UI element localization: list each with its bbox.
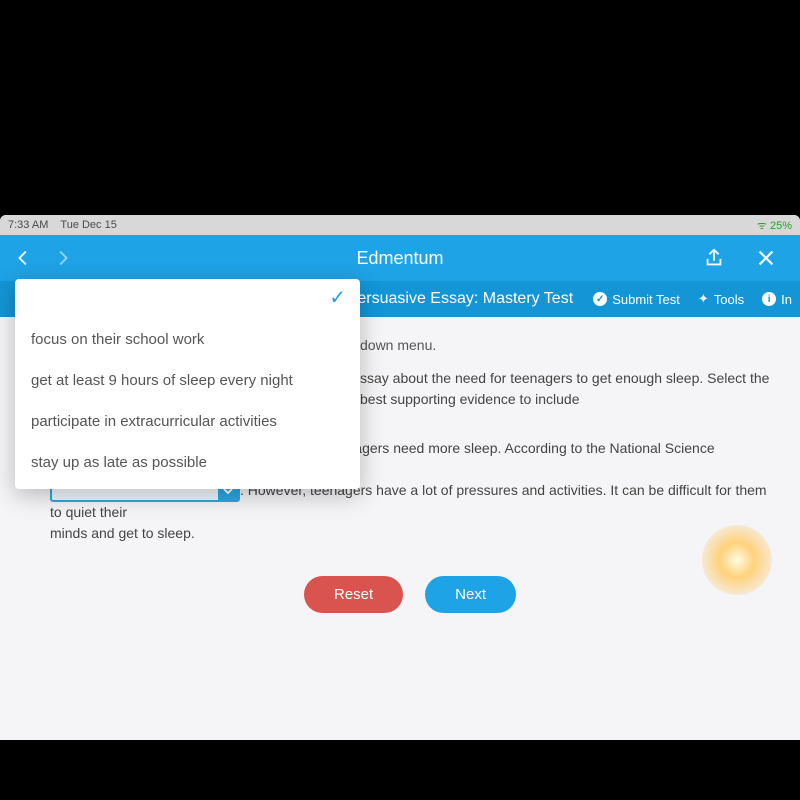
share-icon[interactable] xyxy=(700,244,728,272)
info-label: In xyxy=(781,292,792,307)
ipad-status-bar: 7:33 AM Tue Dec 15 ᯤ 25% xyxy=(0,215,800,235)
check-circle-icon: ✓ xyxy=(593,292,607,306)
submit-test-label: Submit Test xyxy=(612,292,680,307)
status-date: Tue Dec 15 xyxy=(60,219,116,231)
status-time: 7:33 AM xyxy=(8,219,48,231)
info-circle-icon: i xyxy=(762,292,776,306)
instruction-fragment-1: down menu. xyxy=(360,335,770,356)
instruction-fragment-2: ssay about the need for teenagers to get… xyxy=(360,368,770,410)
tools-button[interactable]: ✦ Tools xyxy=(698,291,744,307)
browser-navbar: Edmentum xyxy=(0,235,800,281)
status-battery: 25% xyxy=(770,220,792,232)
close-icon[interactable] xyxy=(752,244,780,272)
check-icon: ✓ xyxy=(329,285,346,310)
dropdown-option[interactable]: get at least 9 hours of sleep every nigh… xyxy=(15,360,360,401)
wifi-icon: ᯤ xyxy=(757,220,770,232)
tools-label: Tools xyxy=(714,292,744,307)
dropdown-menu: ✓ focus on their school work get at leas… xyxy=(15,279,360,489)
dropdown-option[interactable]: focus on their school work xyxy=(15,319,360,360)
passage-line-3: minds and get to sleep. xyxy=(50,525,195,541)
dropdown-option[interactable]: participate in extracurricular activitie… xyxy=(15,401,360,442)
dropdown-option[interactable]: stay up as late as possible xyxy=(15,442,360,483)
tablet-frame: 7:33 AM Tue Dec 15 ᯤ 25% Edmentum xyxy=(0,215,800,740)
page-title: Edmentum xyxy=(0,248,800,269)
next-button[interactable]: Next xyxy=(425,576,516,613)
tools-icon: ✦ xyxy=(698,291,709,307)
info-button[interactable]: i In xyxy=(762,292,792,307)
reset-button[interactable]: Reset xyxy=(304,576,403,613)
submit-test-button[interactable]: ✓ Submit Test xyxy=(593,292,680,307)
